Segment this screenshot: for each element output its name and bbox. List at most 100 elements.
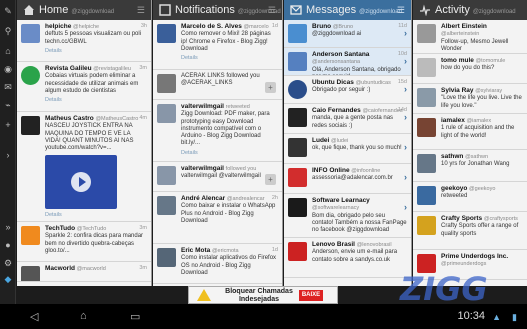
avatar[interactable] — [157, 104, 176, 123]
compose-icon[interactable]: ✎ — [3, 6, 13, 16]
avatar[interactable] — [417, 216, 436, 235]
expand-icon[interactable]: › — [3, 150, 13, 160]
message-thread[interactable]: Software Learnacy @softwarelearnacy Bom … — [284, 194, 411, 238]
avatar[interactable] — [417, 186, 436, 205]
message-thread[interactable]: Lenovo Brasil @lenovobrasil Anderson, en… — [284, 238, 411, 278]
tweet[interactable]: Revista Galileu @revistagalileu 3m Cobai… — [17, 62, 151, 112]
messages-column-header[interactable]: Messages @ziggdownload ☰ — [284, 0, 411, 20]
activity-column-header[interactable]: Activity @ziggdownload — [413, 0, 527, 20]
avatar[interactable] — [417, 58, 436, 77]
avatar[interactable] — [21, 24, 40, 43]
activity-item[interactable]: geekoyo @geekoyo retweeted — [413, 182, 527, 212]
twitter-bird-icon: ◆ — [4, 274, 12, 284]
tweet[interactable]: Matheus Castro @MatheusCastro 4m NASCEU … — [17, 112, 151, 222]
activity-text: Follow-up, Mesmo Jewell Wonder — [441, 38, 509, 52]
follow-back-icon[interactable]: + — [265, 82, 276, 93]
chevron-right-icon[interactable]: › — [404, 28, 407, 37]
messages-icon[interactable]: ✉ — [3, 82, 13, 92]
message-thread[interactable]: Caio Fernandes @caiofernandes 14d manda,… — [284, 104, 411, 134]
chevron-right-icon[interactable]: › — [404, 84, 407, 93]
tweet-details-link[interactable]: Details — [45, 212, 147, 219]
avatar[interactable] — [157, 24, 176, 43]
notifications-icon — [159, 4, 171, 16]
tweet[interactable]: helpiche @helpiche 3h deftuts 5 pessoas … — [17, 20, 151, 62]
activity-item[interactable]: tomo mule @tomomule how do you do this? — [413, 54, 527, 84]
avatar[interactable] — [21, 66, 40, 85]
tweet-handle: @helpiche — [73, 24, 100, 30]
avatar[interactable] — [288, 80, 307, 99]
avatar[interactable] — [417, 88, 436, 107]
back-icon[interactable]: ◁ — [30, 310, 38, 323]
add-column-icon[interactable]: + — [3, 120, 13, 130]
notification-item[interactable]: ACERAK LINKS followed you @ACERAK_LINKS … — [153, 70, 282, 100]
tweet[interactable]: Eric Mota @ericmota 1d Como instalar apl… — [153, 244, 282, 284]
recent-apps-icon[interactable]: ▭ — [130, 310, 140, 323]
avatar[interactable] — [288, 52, 307, 71]
activity-item[interactable]: sathwn @sathwn 10 yrs for Jonathan Wang — [413, 150, 527, 182]
message-thread[interactable]: Ubuntu Dicas @ubuntudicas 15d Obrigado p… — [284, 76, 411, 104]
message-thread[interactable]: Ludei @ludei ok, que fique, thank you so… — [284, 134, 411, 164]
chevron-right-icon[interactable]: › — [404, 56, 407, 65]
avatar[interactable] — [21, 116, 40, 135]
avatar[interactable] — [288, 108, 307, 127]
avatar[interactable] — [417, 24, 436, 43]
home-column-header[interactable]: Home @ziggdownload ☰ — [17, 0, 151, 20]
activity-item[interactable]: iamalex @iamalex 1 rule of acquisition a… — [413, 114, 527, 150]
notifications-icon[interactable]: ◉ — [3, 64, 13, 74]
avatar[interactable] — [288, 168, 307, 187]
tweet[interactable]: Macworld @macworld 3m — [17, 262, 151, 282]
warning-icon — [197, 289, 211, 301]
chevron-right-icon[interactable]: › — [404, 112, 407, 121]
tweet-details-link[interactable]: Details — [45, 48, 147, 55]
column-controls[interactable]: ☰ — [397, 0, 407, 20]
ad-banner[interactable]: Bloquear Chamadas Indesejadas BAIXE — [188, 286, 338, 304]
home-icon[interactable]: ⌂ — [3, 46, 13, 56]
search-icon[interactable]: ⚲ — [3, 26, 13, 36]
ad-download-button[interactable]: BAIXE — [299, 290, 323, 301]
settings-icon[interactable]: ⚙ — [3, 258, 13, 268]
avatar[interactable] — [288, 24, 307, 43]
avatar[interactable] — [21, 226, 40, 245]
avatar[interactable] — [157, 74, 176, 93]
chevron-right-icon[interactable]: › — [404, 172, 407, 181]
tweet[interactable]: TechTudo @TechTudo 3m Sparkle 2: confira… — [17, 222, 151, 262]
collapse-icon[interactable]: » — [3, 222, 13, 232]
avatar[interactable] — [157, 248, 176, 267]
avatar[interactable] — [417, 154, 436, 173]
chevron-right-icon[interactable]: › — [404, 202, 407, 211]
play-icon[interactable] — [71, 172, 91, 193]
notifications-column-header[interactable]: Notifications @ziggdownload ☰ — [153, 0, 282, 20]
chevron-right-icon[interactable]: › — [404, 142, 407, 151]
avatar[interactable] — [288, 138, 307, 157]
side-rail: ✎ ⚲ ⌂ ◉ ✉ ⌁ + › » ● ⚙ ◆ — [0, 0, 16, 304]
follow-back-icon[interactable]: + — [265, 174, 276, 185]
activity-item[interactable]: Crafty Sports @craftysports Crafty Sport… — [413, 212, 527, 250]
account-icon[interactable]: ● — [3, 240, 13, 250]
sender-handle: @andersonsantana — [312, 59, 361, 66]
avatar[interactable] — [157, 166, 176, 185]
message-thread[interactable]: INFO Online @infoonline assessoria@adale… — [284, 164, 411, 194]
avatar[interactable] — [288, 242, 307, 261]
activity-icon[interactable]: ⌁ — [3, 100, 13, 110]
column-handle: @ziggdownload — [71, 9, 115, 15]
activity-item[interactable]: Albert Einstein @alberteinstein Follow-u… — [413, 20, 527, 54]
column-controls[interactable]: ☰ — [268, 0, 278, 20]
notification-item[interactable]: Marcelo de S. Alves @marcelo 1d Como rem… — [153, 20, 282, 70]
video-thumbnail[interactable] — [45, 155, 117, 210]
avatar[interactable] — [417, 118, 436, 137]
tweet-details-link[interactable]: Details — [181, 150, 278, 157]
notification-item[interactable]: valterwilmgail followed you valterwilmga… — [153, 162, 282, 192]
message-thread[interactable]: Anderson Santana @andersonsantana 10d Ol… — [284, 48, 411, 76]
activity-author: Prime Underdogs Inc. — [441, 253, 509, 260]
notification-item[interactable]: valterwilmgail retweeted Zigg Download: … — [153, 100, 282, 162]
avatar[interactable] — [21, 266, 40, 281]
tweet-details-link[interactable]: Details — [45, 97, 147, 104]
message-thread[interactable]: Bruno @Bruno 11d @ziggdownload ai › — [284, 20, 411, 48]
tweet-details-link[interactable]: Details — [181, 55, 278, 62]
avatar[interactable] — [288, 198, 307, 217]
column-controls[interactable]: ☰ — [137, 0, 147, 20]
avatar[interactable] — [157, 196, 176, 215]
home-button-icon[interactable]: ⌂ — [80, 310, 87, 322]
activity-item[interactable]: Sylvia Ray @sylviaray "Love the life you… — [413, 84, 527, 114]
tweet[interactable]: André Alencar @andrealencar 2h Como baix… — [153, 192, 282, 244]
